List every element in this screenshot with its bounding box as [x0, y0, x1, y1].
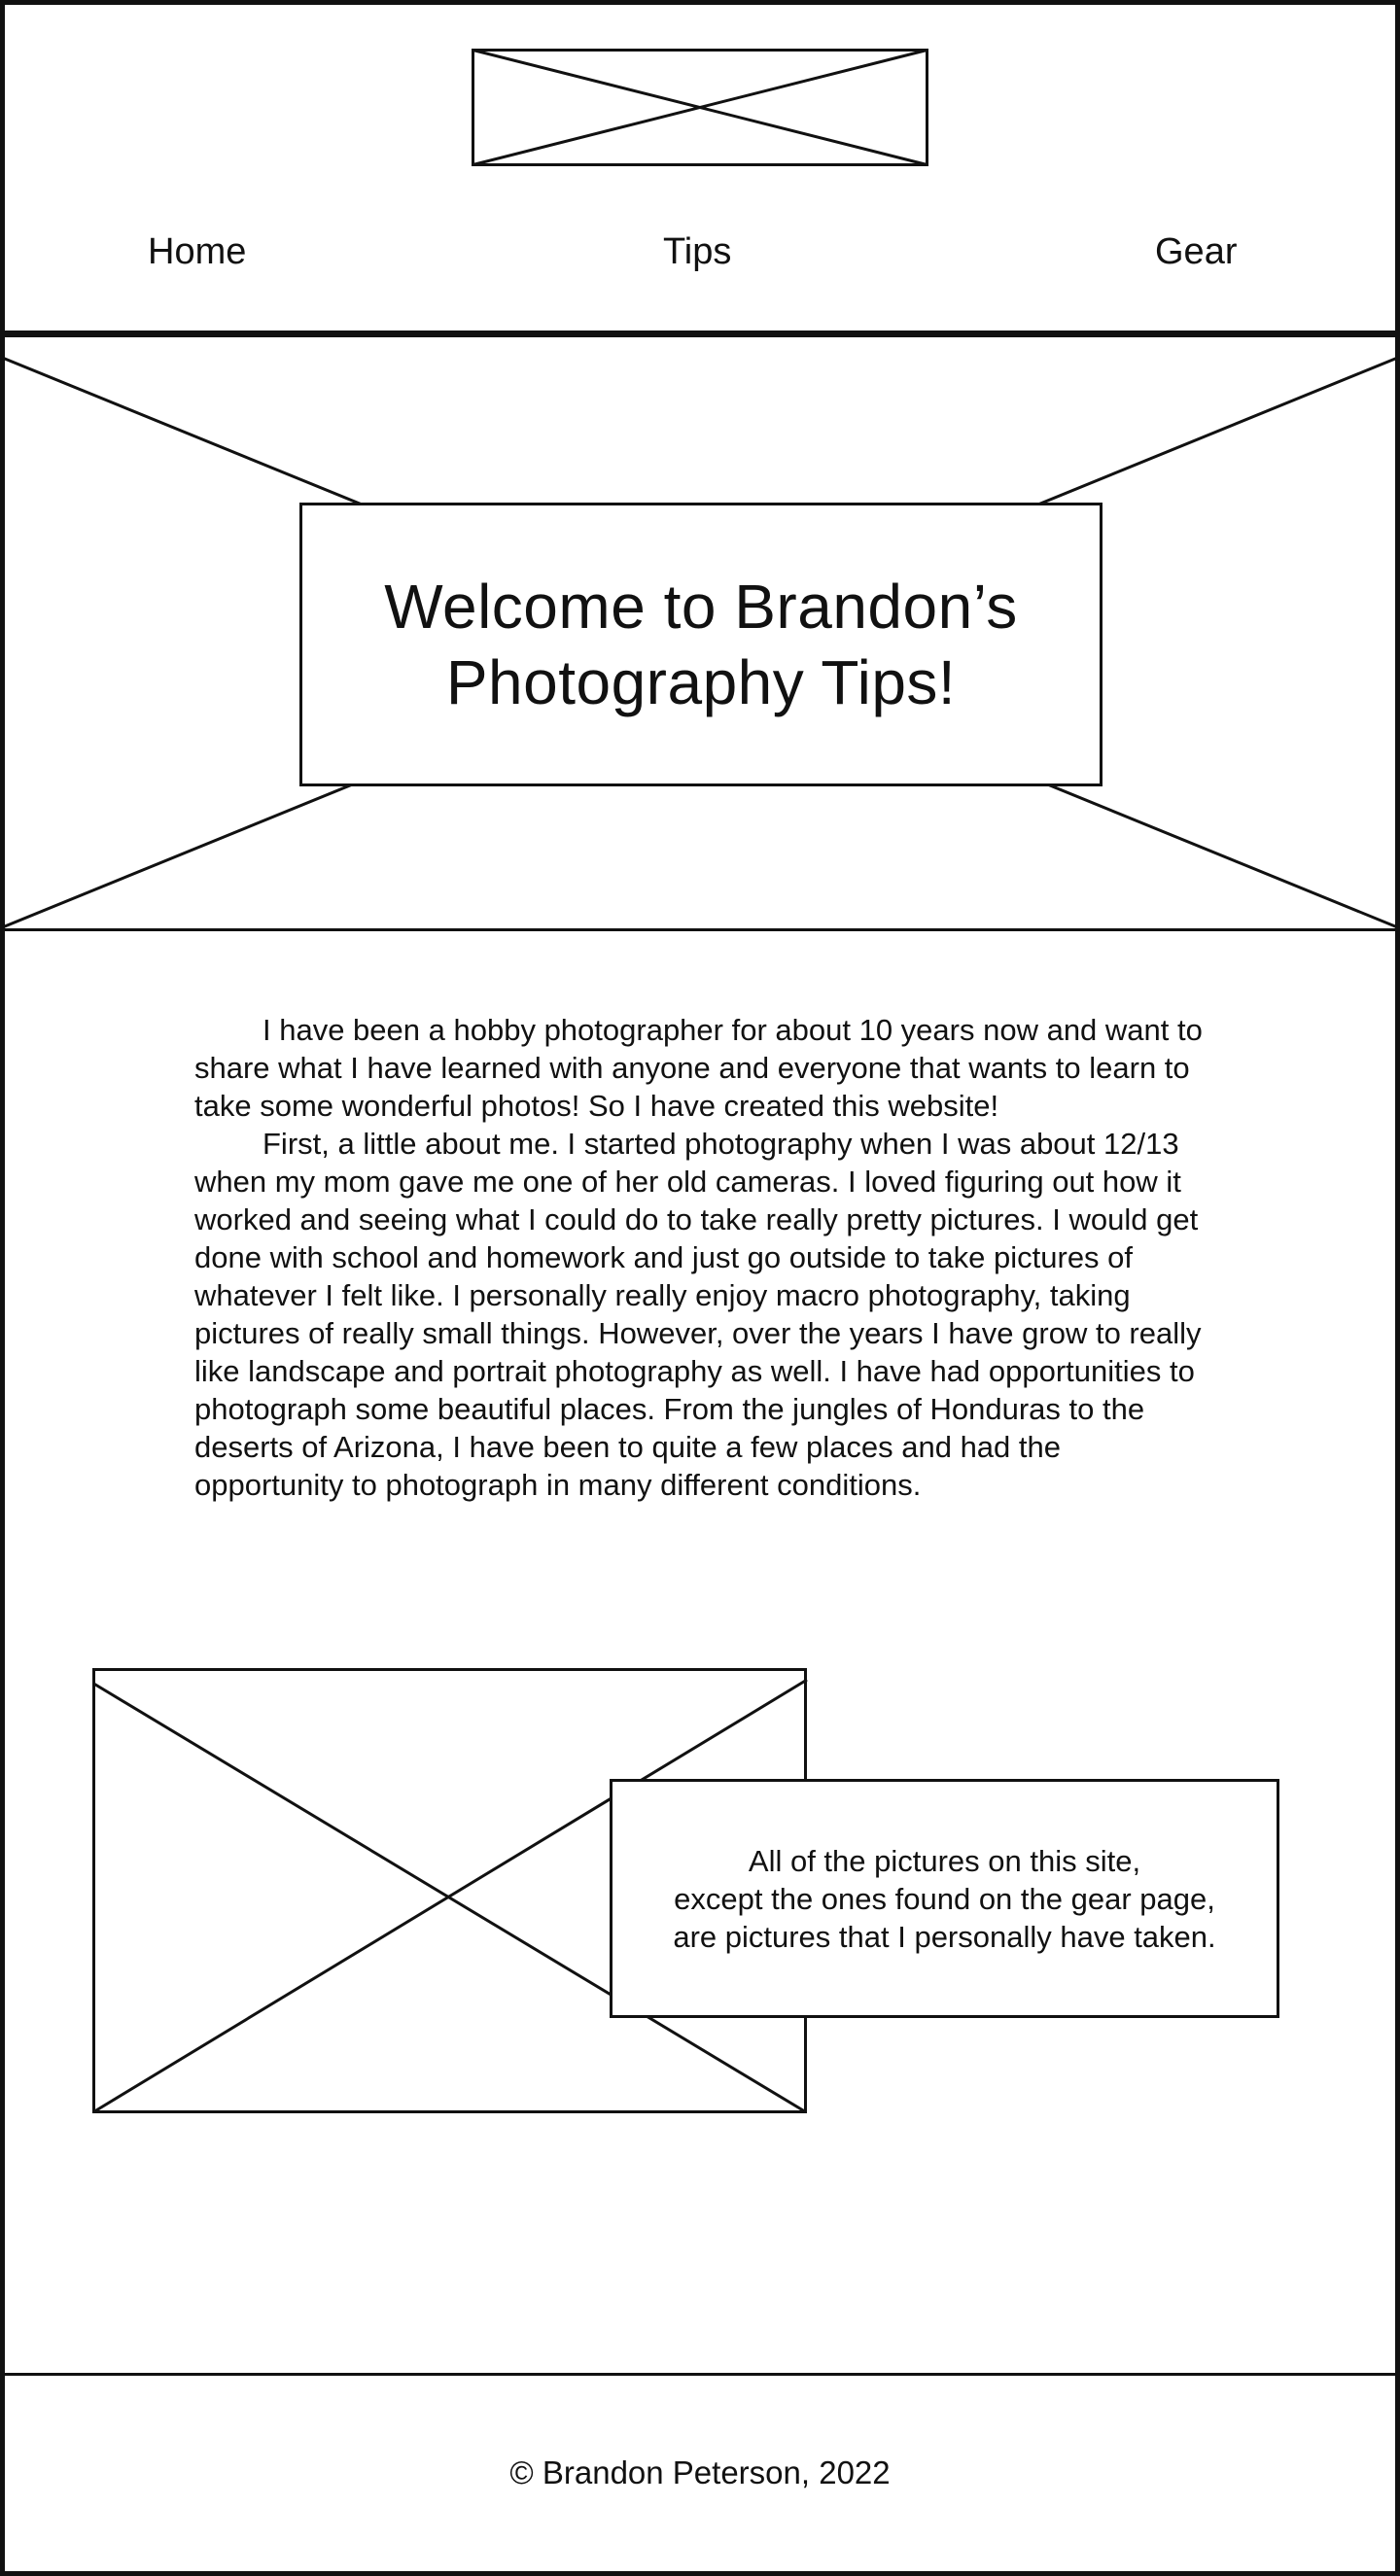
- nav-home-link[interactable]: Home: [148, 229, 246, 274]
- copyright-text: © Brandon Peterson, 2022: [509, 2454, 891, 2490]
- logo-image-placeholder[interactable]: [472, 49, 928, 166]
- hero-title-box: Welcome to Brandon’s Photography Tips!: [299, 503, 1102, 786]
- site-header: Home Tips Gear: [0, 0, 1400, 335]
- photo-credit-note: All of the pictures on this site, except…: [610, 1779, 1279, 2018]
- page-title-line-1: Welcome to Brandon’s: [384, 572, 1018, 642]
- photo-credit-line-1: All of the pictures on this site,: [748, 1843, 1141, 1878]
- photo-credit-line-3: are pictures that I personally have take…: [673, 1919, 1216, 1954]
- photo-credit-line-2: except the ones found on the gear page,: [674, 1881, 1215, 1916]
- header-divider: [0, 331, 1400, 337]
- nav-gear-link[interactable]: Gear: [1155, 229, 1237, 274]
- hero-divider: [0, 928, 1400, 931]
- photo-credit-text: All of the pictures on this site, except…: [634, 1842, 1256, 1956]
- page-title-line-2: Photography Tips!: [445, 647, 957, 717]
- footer-divider: [0, 2373, 1400, 2376]
- nav-tips-link[interactable]: Tips: [663, 229, 731, 274]
- intro-paragraph-2: First, a little about me. I started phot…: [194, 1127, 1202, 1502]
- page-title: Welcome to Brandon’s Photography Tips!: [384, 569, 1018, 720]
- intro-paragraph-1: I have been a hobby photographer for abo…: [194, 1013, 1203, 1123]
- site-footer: © Brandon Peterson, 2022: [0, 2454, 1400, 2492]
- intro-section: I have been a hobby photographer for abo…: [194, 1011, 1215, 1504]
